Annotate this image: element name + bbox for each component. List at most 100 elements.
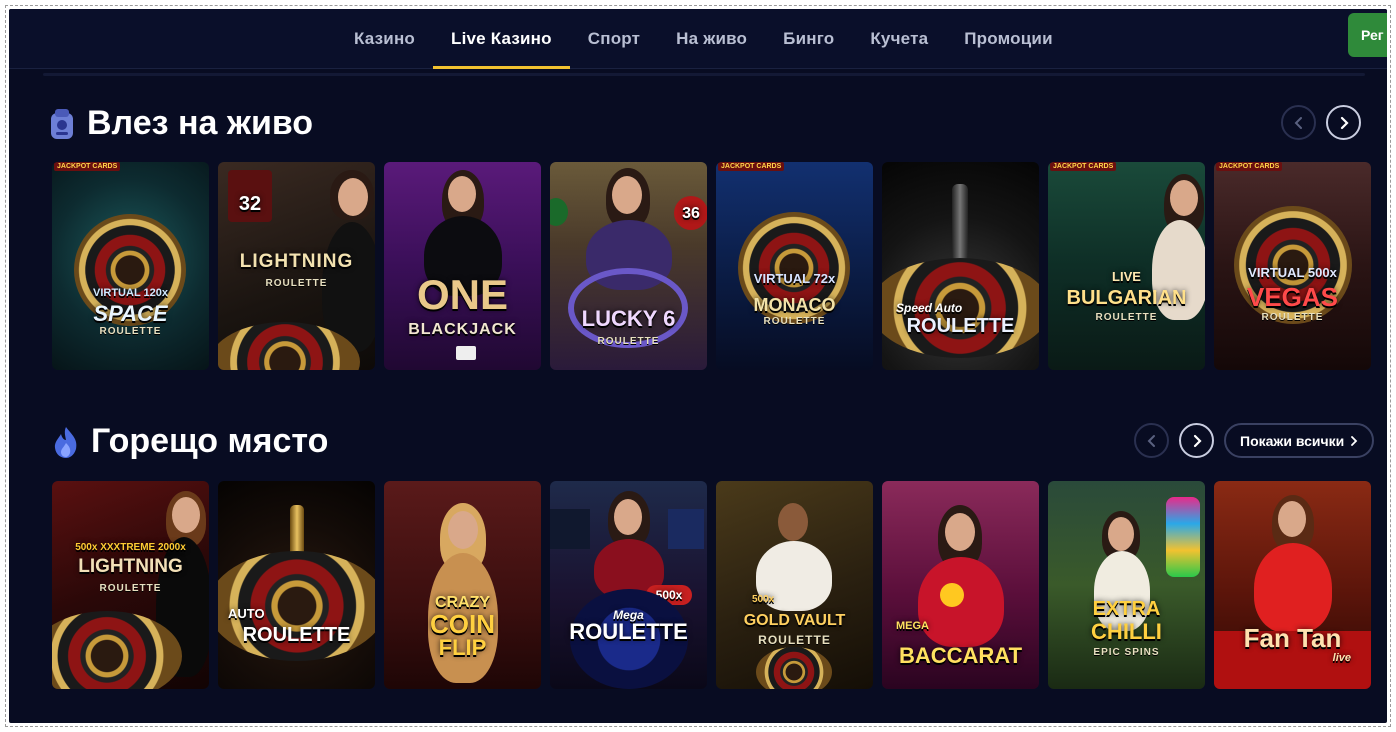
game-logo-line1: AUTO bbox=[228, 606, 265, 621]
game-card[interactable]: 500x Mega ROULETTE bbox=[550, 481, 707, 689]
dealer-face bbox=[338, 178, 368, 216]
jackpot-badge: JACKPOT CARDS bbox=[1216, 162, 1283, 171]
number-ball bbox=[550, 198, 568, 226]
game-logo-line1: 500x XXXTREME 2000x bbox=[75, 542, 186, 553]
live-games-row: JACKPOT CARDS VIRTUAL 120x SPACE ROULETT… bbox=[52, 162, 1371, 370]
jackpot-badge: JACKPOT CARDS bbox=[718, 162, 785, 171]
hot-prev-button[interactable] bbox=[1134, 423, 1169, 458]
game-logo-line2: GOLD VAULT bbox=[743, 612, 846, 629]
game-logo-line1: Speed Auto bbox=[896, 301, 963, 315]
game-logo-line2: MONACO bbox=[753, 295, 836, 315]
top-navigation: Казино Live Казино Спорт На живо Бинго К… bbox=[9, 9, 1387, 69]
wheel-turret bbox=[952, 184, 968, 264]
dealer-face bbox=[1108, 517, 1134, 551]
game-logo-line3: ROULETTE bbox=[99, 583, 162, 594]
dealer-face bbox=[614, 499, 642, 535]
game-card[interactable]: AUTO ROULETTE bbox=[218, 481, 375, 689]
register-button[interactable]: Рег bbox=[1348, 13, 1387, 57]
section-live-title: Влез на живо bbox=[87, 104, 314, 142]
game-logo-line2: LIGHTNING bbox=[239, 251, 354, 272]
game-card[interactable]: ONE BLACKJACK bbox=[384, 162, 541, 370]
game-logo-line1: LIVE bbox=[1112, 269, 1141, 284]
show-all-label: Покажи всички bbox=[1240, 432, 1345, 449]
game-logo-line2: COIN bbox=[430, 609, 495, 639]
jackpot-badge: JACKPOT CARDS bbox=[1050, 162, 1117, 171]
nav-item-casino[interactable]: Казино bbox=[336, 9, 433, 69]
game-logo-line1: VIRTUAL 500x bbox=[1248, 265, 1337, 280]
game-logo-line2: ROULETTE bbox=[242, 624, 351, 646]
game-logo-line3: ROULETTE bbox=[758, 633, 831, 647]
nav-item-live-casino[interactable]: Live Казино bbox=[433, 9, 570, 69]
game-card[interactable]: MEGA BACCARAT bbox=[882, 481, 1039, 689]
game-logo-line2: VEGAS bbox=[1246, 282, 1339, 312]
section-live-header: Влез на живо bbox=[47, 104, 313, 143]
chevron-right-icon bbox=[1193, 434, 1202, 447]
game-logo-line1: EXTRA bbox=[1092, 598, 1161, 620]
game-logo-line1: VIRTUAL 120x bbox=[93, 287, 168, 299]
game-logo-line1: 32 bbox=[238, 193, 262, 215]
casino-app: Казино Live Казино Спорт На живо Бинго К… bbox=[9, 9, 1387, 723]
number-panel bbox=[550, 509, 590, 549]
game-logo-line1: VIRTUAL 72x bbox=[753, 271, 836, 286]
game-logo-line3: ROULETTE bbox=[569, 619, 688, 644]
dealer-body bbox=[1254, 543, 1332, 633]
game-card[interactable]: JACKPOT CARDS LIVE BULGARIAN ROULETTE bbox=[1048, 162, 1205, 370]
nav-item-bingo[interactable]: Бинго bbox=[765, 9, 852, 69]
game-logo-line2: Fan Tan bbox=[1243, 623, 1342, 653]
game-logo-line3: FLIP bbox=[438, 635, 487, 660]
game-logo-line3: ROULETTE bbox=[99, 326, 162, 337]
nav-item-dogs[interactable]: Кучета bbox=[852, 9, 946, 69]
chevron-left-icon bbox=[1147, 434, 1155, 447]
game-card[interactable]: Fan Tan live bbox=[1214, 481, 1371, 689]
game-logo-line2: BULGARIAN bbox=[1066, 287, 1187, 309]
game-logo-line1: 500x bbox=[752, 594, 775, 605]
game-logo-line2: LIGHTNING bbox=[78, 556, 183, 577]
dealer-face bbox=[612, 176, 642, 214]
game-logo-line3: ROULETTE bbox=[265, 278, 328, 289]
nav-item-promotions[interactable]: Промоции bbox=[946, 9, 1070, 69]
live-badge-icon bbox=[47, 107, 77, 141]
chip-image bbox=[940, 583, 964, 607]
game-card[interactable]: JACKPOT CARDS VIRTUAL 120x SPACE ROULETT… bbox=[52, 162, 209, 370]
pinata-image bbox=[1166, 497, 1200, 577]
game-logo-line3: live bbox=[1332, 652, 1351, 664]
dealer-face bbox=[778, 503, 808, 541]
game-logo-line2: CHILLI bbox=[1091, 619, 1162, 644]
nav-item-sport[interactable]: Спорт bbox=[570, 9, 658, 69]
fire-icon bbox=[51, 425, 81, 459]
live-next-button[interactable] bbox=[1326, 105, 1361, 140]
game-logo-line3: ROULETTE bbox=[1095, 312, 1158, 323]
game-card[interactable]: JACKPOT CARDS VIRTUAL 72x MONACO ROULETT… bbox=[716, 162, 873, 370]
game-logo-line2: SPACE bbox=[93, 301, 168, 326]
game-logo-line3: ROULETTE bbox=[1261, 312, 1324, 323]
chevron-right-icon bbox=[1340, 116, 1349, 129]
nav-item-live-betting[interactable]: На живо bbox=[658, 9, 765, 69]
game-card[interactable]: JACKPOT CARDS VIRTUAL 500x VEGAS ROULETT… bbox=[1214, 162, 1371, 370]
hot-next-button[interactable] bbox=[1179, 423, 1214, 458]
game-logo-line3: EPIC SPINS bbox=[1093, 647, 1160, 658]
nav-list: Казино Live Казино Спорт На живо Бинго К… bbox=[336, 9, 1071, 69]
live-prev-button[interactable] bbox=[1281, 105, 1316, 140]
divider bbox=[43, 73, 1365, 76]
game-logo-line2: ROULETTE bbox=[906, 315, 1015, 337]
game-logo-line3: BLACKJACK bbox=[408, 321, 517, 338]
dealer-face bbox=[1170, 180, 1198, 216]
dealer-face bbox=[945, 513, 975, 551]
dealer-face bbox=[448, 176, 476, 212]
jackpot-badge: JACKPOT CARDS bbox=[54, 162, 121, 171]
chevron-left-icon bbox=[1294, 116, 1302, 129]
game-card[interactable]: EXTRA CHILLI EPIC SPINS bbox=[1048, 481, 1205, 689]
game-card[interactable]: Speed Auto ROULETTE bbox=[882, 162, 1039, 370]
roulette-wheel-image bbox=[756, 647, 832, 689]
section-hot-title: Горещо място bbox=[91, 422, 329, 460]
game-logo-line3: ROULETTE bbox=[763, 316, 826, 327]
game-card[interactable]: 36 LUCKY 6 ROULETTE bbox=[550, 162, 707, 370]
dealer-face bbox=[448, 511, 478, 549]
game-card[interactable]: 32 LIGHTNING ROULETTE bbox=[218, 162, 375, 370]
dealer-face bbox=[172, 497, 200, 533]
hot-games-row: 500x XXXTREME 2000x LIGHTNING ROULETTE A… bbox=[52, 481, 1371, 689]
show-all-button[interactable]: Покажи всички bbox=[1224, 423, 1375, 458]
game-card[interactable]: 500x GOLD VAULT ROULETTE bbox=[716, 481, 873, 689]
game-card[interactable]: CRAZY COIN FLIP bbox=[384, 481, 541, 689]
game-card[interactable]: 500x XXXTREME 2000x LIGHTNING ROULETTE bbox=[52, 481, 209, 689]
